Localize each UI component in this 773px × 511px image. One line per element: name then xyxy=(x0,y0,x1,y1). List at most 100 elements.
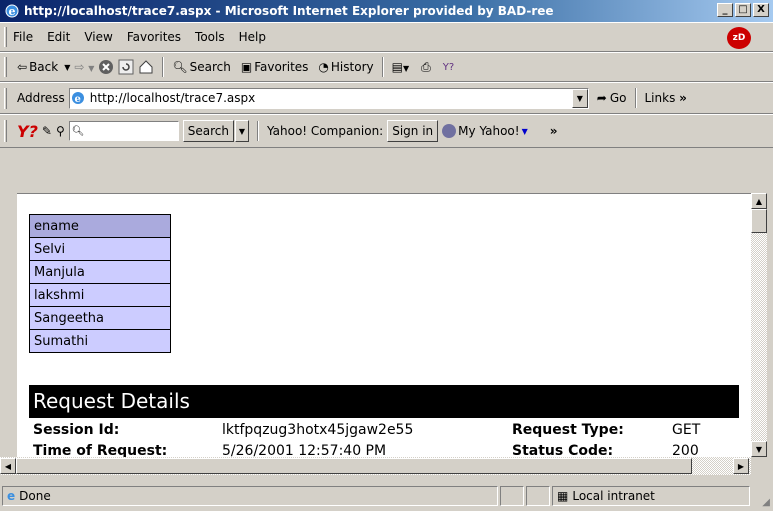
ename-table: ename Selvi Manjula lakshmi Sangeetha Su… xyxy=(29,214,171,353)
zone-text: Local intranet xyxy=(572,489,655,503)
done-page-icon: e xyxy=(7,489,16,503)
menu-file[interactable]: File xyxy=(13,30,33,44)
toolbar-separator xyxy=(381,57,384,77)
forward-button[interactable]: ⇨ ▼ xyxy=(74,60,94,74)
window-title: http://localhost/trace7.aspx - Microsoft… xyxy=(24,4,554,18)
horizontal-scroll-thumb[interactable] xyxy=(16,458,692,474)
search-icon: 🔍︎ xyxy=(172,60,188,74)
toolbar-grip xyxy=(4,57,7,77)
page-viewport[interactable]: ename Selvi Manjula lakshmi Sangeetha Su… xyxy=(17,193,751,457)
favorites-label: Favorites xyxy=(254,60,309,74)
svg-text:e: e xyxy=(9,5,16,18)
menu-grip[interactable] xyxy=(4,27,7,47)
yahoo-search-icon: 🔍︎ xyxy=(71,125,85,137)
search-label: Search xyxy=(189,60,231,74)
time-of-request-value: 5/26/2001 12:57:40 PM xyxy=(222,443,387,457)
go-label: Go xyxy=(609,91,627,105)
scroll-right-button[interactable]: ▶ xyxy=(733,458,749,474)
print-icon[interactable]: ⎙ xyxy=(421,60,431,75)
menu-help[interactable]: Help xyxy=(239,30,266,44)
scroll-corner xyxy=(751,457,767,475)
table-row: Manjula xyxy=(29,260,171,284)
session-id-label: Session Id: xyxy=(33,422,120,438)
status-panel xyxy=(526,486,550,506)
pencil-icon[interactable]: ✎ xyxy=(42,124,52,138)
session-id-value: lktfpqzug3hotx45jgaw2e55 xyxy=(222,422,414,438)
table-row: lakshmi xyxy=(29,283,171,307)
favorites-icon: ▣ xyxy=(240,60,253,74)
toolbar-separator xyxy=(256,121,259,141)
scroll-up-button[interactable]: ▲ xyxy=(751,193,767,209)
table-row: Sumathi xyxy=(29,329,171,353)
svg-text:e: e xyxy=(74,94,80,105)
address-grip xyxy=(4,87,7,109)
status-text: Done xyxy=(19,489,51,503)
toolbar-separator xyxy=(634,88,637,108)
standard-toolbar: ⇦ Back ▼ ⇨ ▼ 🔍︎ Search ▣ Favorites ◔ History… xyxy=(0,52,773,82)
status-code-label: Status Code: xyxy=(512,443,614,457)
history-button[interactable]: ◔ History xyxy=(318,60,373,74)
request-type-value: GET xyxy=(672,422,701,438)
yahoo-search-button[interactable]: Search xyxy=(182,120,234,142)
go-arrow-icon: ➦ xyxy=(596,91,607,105)
menu-view[interactable]: View xyxy=(84,30,112,44)
toolbar-separator xyxy=(162,57,165,77)
intranet-icon: ▦ xyxy=(557,489,569,503)
ie-logo-icon: e xyxy=(4,3,20,19)
favorites-button[interactable]: ▣ Favorites xyxy=(241,60,309,74)
request-type-label: Request Type: xyxy=(512,422,624,438)
menu-edit[interactable]: Edit xyxy=(47,30,70,44)
back-dropdown-icon[interactable]: ▼ xyxy=(64,63,70,72)
back-label: Back xyxy=(29,60,59,74)
horizontal-scrollbar[interactable]: ◀ ▶ xyxy=(0,457,751,475)
table-row: Selvi xyxy=(29,237,171,261)
scroll-left-button[interactable]: ◀ xyxy=(0,458,16,474)
vertical-scroll-thumb[interactable] xyxy=(751,209,767,233)
my-yahoo-icon xyxy=(442,124,457,138)
status-bar: e Done ▦ Local intranet ◢ xyxy=(0,482,773,511)
history-icon: ◔ xyxy=(318,60,329,74)
maximize-button[interactable]: □ xyxy=(735,3,751,17)
title-bar[interactable]: e http://localhost/trace7.aspx - Microso… xyxy=(0,0,773,22)
yahoo-logo[interactable]: Y? xyxy=(17,122,38,141)
ie-window: e http://localhost/trace7.aspx - Microso… xyxy=(0,0,773,511)
table-row: Sangeetha xyxy=(29,306,171,330)
yahoo-search-dropdown[interactable]: ▼ xyxy=(234,120,249,142)
home-icon[interactable] xyxy=(138,59,154,75)
messenger-icon[interactable]: Y? xyxy=(443,62,454,73)
page-icon: e xyxy=(70,90,86,106)
resize-grip-icon[interactable]: ◢ xyxy=(762,497,770,508)
table-header: ename xyxy=(29,214,171,238)
yahoo-toolbar: Y? ✎ ⚲ 🔍︎ Search ▼ Yahoo! Companion: Sig… xyxy=(0,114,773,148)
go-button[interactable]: ➦ Go xyxy=(597,91,627,105)
yahoo-more-button[interactable]: » xyxy=(550,124,558,138)
my-yahoo-label: My Yahoo! xyxy=(458,124,520,138)
sign-in-button[interactable]: Sign in xyxy=(387,120,439,142)
status-text-panel: e Done xyxy=(2,486,498,506)
address-input[interactable]: http://localhost/trace7.aspx xyxy=(90,91,572,105)
back-arrow-icon: ⇦ xyxy=(17,60,28,74)
scroll-down-button[interactable]: ▼ xyxy=(751,441,767,457)
stop-icon[interactable] xyxy=(98,59,114,75)
address-dropdown-button[interactable]: ▼ xyxy=(571,88,588,108)
menu-tools[interactable]: Tools xyxy=(195,30,225,44)
status-panel xyxy=(500,486,524,506)
back-button[interactable]: ⇦ Back ▼ xyxy=(17,60,70,74)
status-code-value: 200 xyxy=(672,443,699,457)
vertical-scrollbar[interactable]: ▲ ▼ xyxy=(751,193,767,457)
address-field[interactable]: e http://localhost/trace7.aspx ▼ xyxy=(68,87,589,109)
links-label: Links xyxy=(644,91,676,105)
address-label: Address xyxy=(17,91,65,105)
refresh-icon[interactable] xyxy=(118,59,134,75)
lock-icon[interactable]: ⚲ xyxy=(56,124,65,138)
search-button[interactable]: 🔍︎ Search xyxy=(172,60,230,74)
links-button[interactable]: Links » xyxy=(645,91,687,105)
zd-logo-icon: zD xyxy=(727,27,751,49)
yahoo-search-input[interactable]: 🔍︎ xyxy=(68,121,179,141)
close-button[interactable]: X xyxy=(753,3,769,17)
time-of-request-label: Time of Request: xyxy=(33,443,168,457)
menu-favorites[interactable]: Favorites xyxy=(127,30,181,44)
mail-button[interactable]: ▤▼ xyxy=(392,60,410,74)
my-yahoo-button[interactable]: My Yahoo! ▼ xyxy=(442,124,528,138)
minimize-button[interactable]: _ xyxy=(717,3,733,17)
